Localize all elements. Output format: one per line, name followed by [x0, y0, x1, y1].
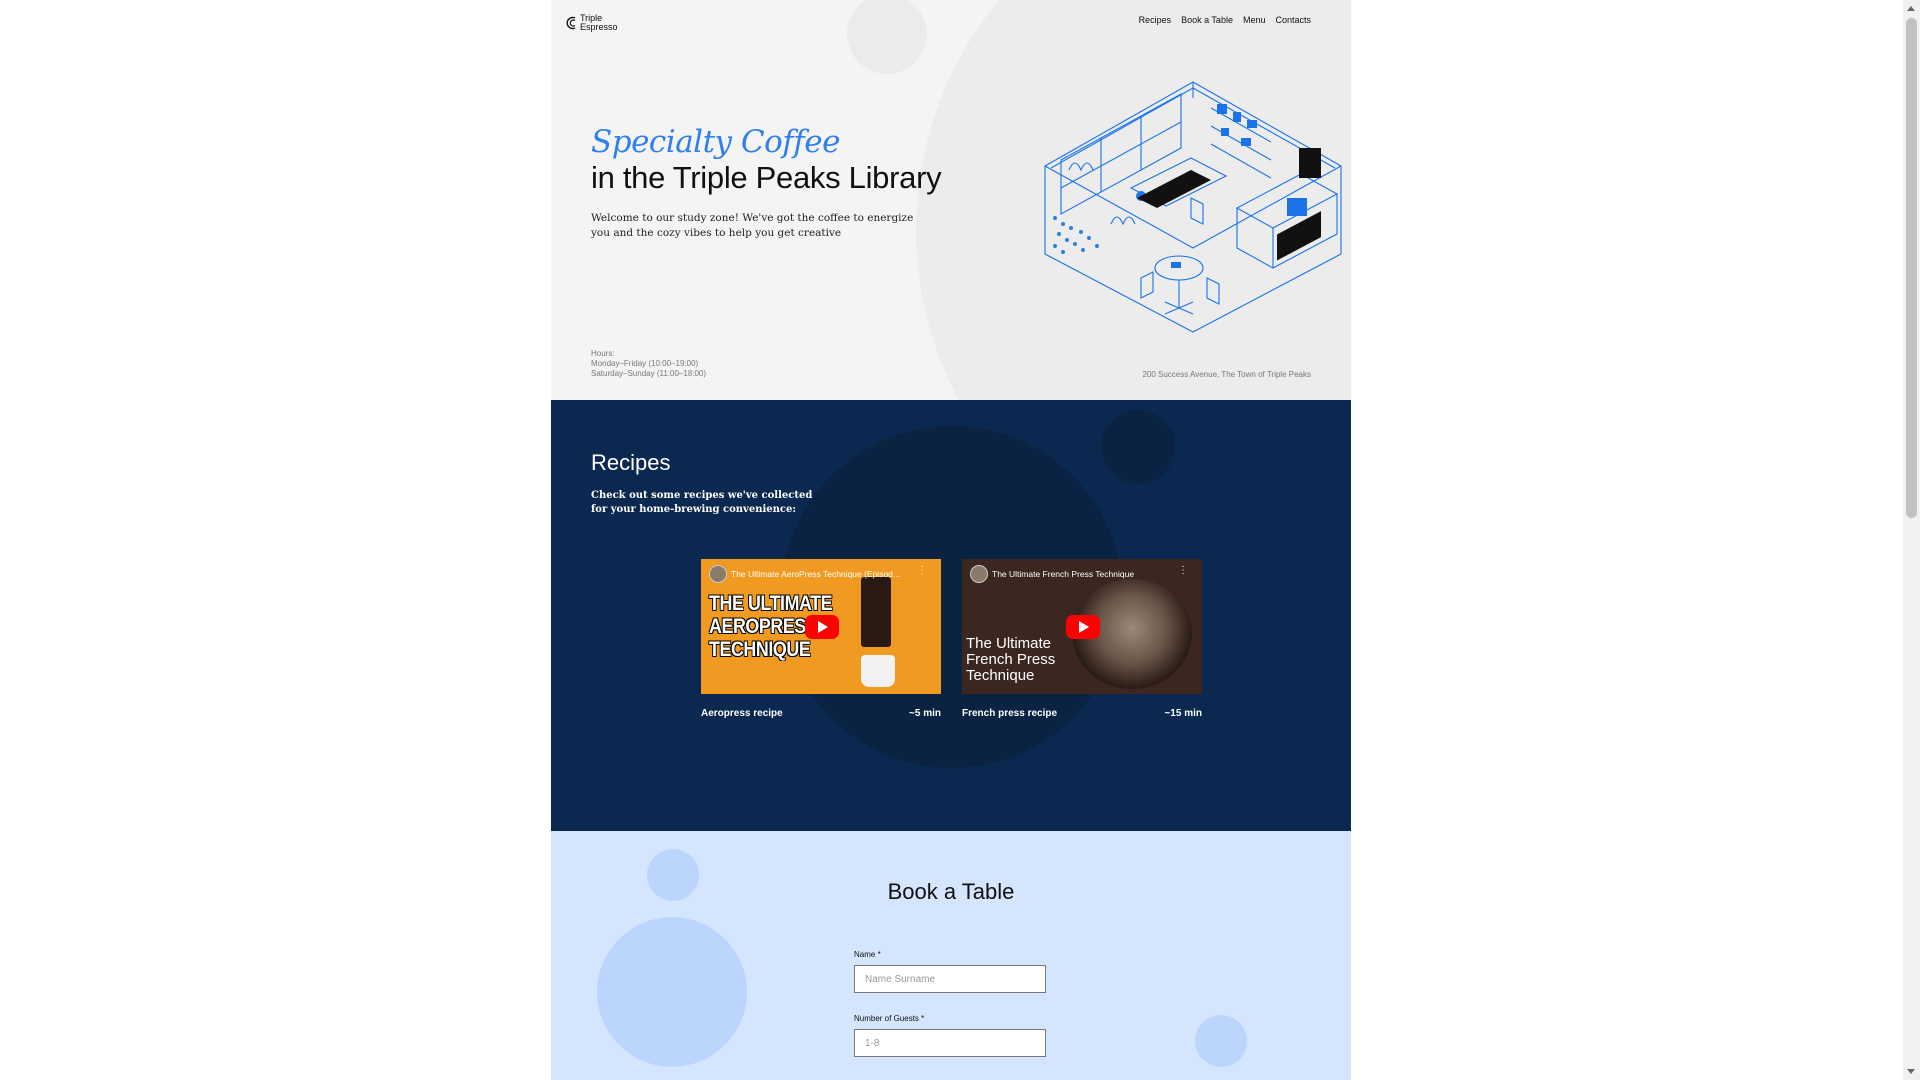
name-label: Name *	[854, 950, 881, 959]
thumb-text-line: TECHNIQUE	[709, 638, 811, 661]
scrollbar-thumb[interactable]	[1906, 18, 1917, 518]
video-title[interactable]: The Ultimate AeroPress Technique (Episod…	[731, 569, 900, 579]
recipes-description: Check out some recipes we've collected f…	[591, 490, 813, 515]
video-player-aeropress[interactable]: THE ULTIMATE AEROPRES TECHNIQUE The Ulti…	[701, 559, 941, 694]
opening-hours: Hours: Monday–Friday (10:00–19:00) Satur…	[591, 349, 706, 379]
thumb-text-line: French Press	[966, 651, 1056, 668]
channel-avatar[interactable]	[709, 565, 727, 583]
play-button-icon[interactable]	[1066, 615, 1100, 639]
hero-description: Welcome to our study zone! We've got the…	[591, 212, 914, 239]
cafe-illustration	[1044, 81, 1342, 333]
guests-input[interactable]	[854, 1029, 1046, 1057]
hours-weekend: Saturday–Sunday (11:00–18:00)	[591, 369, 707, 378]
video-player-french-press[interactable]: The Ultimate French Press Technique The …	[962, 559, 1202, 694]
thumb-text-line: Technique	[966, 667, 1035, 684]
logo[interactable]: Triple Espresso	[566, 14, 618, 32]
aeropress-image	[861, 577, 891, 647]
video-title[interactable]: The Ultimate French Press Technique	[992, 569, 1134, 579]
video-thumbnail-text: The Ultimate French Press Technique	[966, 636, 1055, 684]
guests-label: Number of Guests *	[854, 1014, 925, 1023]
hero-title-italic: Specialty Coffee	[591, 124, 840, 160]
hours-weekdays: Monday–Friday (10:00–19:00)	[591, 359, 699, 368]
play-button-icon[interactable]	[805, 615, 839, 639]
more-options-icon[interactable]: ⋮	[917, 565, 927, 576]
hero-title-main: in the Triple Peaks Library	[591, 160, 942, 195]
thumb-text-line: The Ultimate	[966, 635, 1052, 652]
recipe-duration: ~5 min	[909, 708, 941, 719]
book-a-table-section: Book a Table Name * Number of Guests *	[551, 831, 1351, 1080]
page: Triple Espresso Recipes Book a Table Men…	[551, 0, 1351, 1080]
logo-text-line2: Espresso	[580, 22, 618, 32]
recipes-title: Recipes	[591, 450, 671, 475]
recipes-section: Recipes Check out some recipes we've col…	[551, 400, 1351, 831]
book-decor-circle	[597, 917, 747, 1067]
scroll-down-arrow-icon[interactable]	[1907, 1069, 1915, 1074]
channel-avatar[interactable]	[970, 565, 988, 583]
recipe-caption: Aeropress recipe	[701, 708, 783, 719]
address: 200 Success Avenue, The Town of Triple P…	[1142, 370, 1311, 379]
nav-link-contacts[interactable]: Contacts	[1275, 15, 1311, 25]
book-decor-circle	[1195, 1015, 1247, 1067]
hours-label: Hours:	[591, 349, 615, 358]
hero-section: Triple Espresso Recipes Book a Table Men…	[551, 0, 1351, 400]
nav-link-recipes[interactable]: Recipes	[1139, 15, 1172, 25]
page-scrollbar[interactable]	[1903, 0, 1920, 1080]
logo-icon	[566, 16, 576, 30]
recipe-caption: French press recipe	[962, 708, 1058, 719]
book-title: Book a Table	[887, 879, 1015, 904]
recipe-duration: ~15 min	[1164, 708, 1202, 719]
scroll-up-arrow-icon[interactable]	[1907, 6, 1915, 11]
mug-image	[861, 655, 895, 687]
name-input[interactable]	[854, 965, 1046, 993]
thumb-text-line: THE ULTIMATE	[709, 592, 833, 615]
hero-decor-circle	[847, 0, 927, 74]
main-nav: Recipes Book a Table Menu Contacts	[1139, 15, 1311, 25]
nav-link-book-a-table[interactable]: Book a Table	[1181, 15, 1233, 25]
nav-link-menu[interactable]: Menu	[1243, 15, 1266, 25]
more-options-icon[interactable]: ⋮	[1178, 565, 1188, 576]
recipes-decor-circle	[1101, 410, 1175, 484]
